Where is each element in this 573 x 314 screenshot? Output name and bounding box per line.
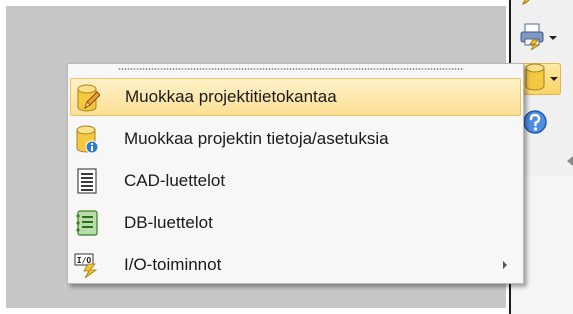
- edit-pencil-icon: [519, 0, 543, 13]
- menu-item-edit-project-database[interactable]: Muokkaa projektitietokantaa: [70, 78, 521, 116]
- menu-item-edit-project-settings[interactable]: Muokkaa projektin tietoja/asetuksia: [70, 120, 521, 158]
- menu-item-label: CAD-luettelot: [124, 171, 226, 190]
- menu-item-io-functions[interactable]: I/O I/O-toiminnot: [70, 246, 521, 284]
- help-icon: [522, 109, 548, 140]
- toolbar-button-help[interactable]: [519, 108, 561, 140]
- toolbar-button-print[interactable]: [519, 22, 561, 54]
- toolbar-button-edit[interactable]: [519, 0, 561, 14]
- menu-item-label: Muokkaa projektitietokantaa: [125, 87, 337, 106]
- io-icon: I/O: [74, 251, 100, 279]
- menu-item-cad-lists[interactable]: CAD-luettelot: [70, 162, 521, 200]
- print-icon: [519, 22, 545, 55]
- chevron-down-icon[interactable]: [549, 36, 557, 40]
- expand-arrow-icon[interactable]: [567, 156, 573, 166]
- menu-item-label: DB-luettelot: [124, 213, 213, 232]
- menu-grip[interactable]: [118, 68, 464, 70]
- database-icon: [524, 63, 546, 96]
- database-edit-icon: [75, 84, 101, 112]
- menu-item-db-lists[interactable]: DB-luettelot: [70, 204, 521, 242]
- toolbar-button-database[interactable]: [519, 63, 561, 95]
- database-info-icon: [74, 125, 100, 153]
- menu-item-label: Muokkaa projektin tietoja/asetuksia: [124, 129, 389, 148]
- submenu-arrow-icon: [503, 261, 507, 269]
- chevron-down-icon[interactable]: [550, 77, 558, 81]
- menu-item-label: I/O-toiminnot: [124, 255, 222, 274]
- list-document-icon: [74, 167, 100, 195]
- database-dropdown-menu: Muokkaa projektitietokantaa Muokkaa proj…: [67, 63, 524, 284]
- db-list-icon: [74, 209, 100, 237]
